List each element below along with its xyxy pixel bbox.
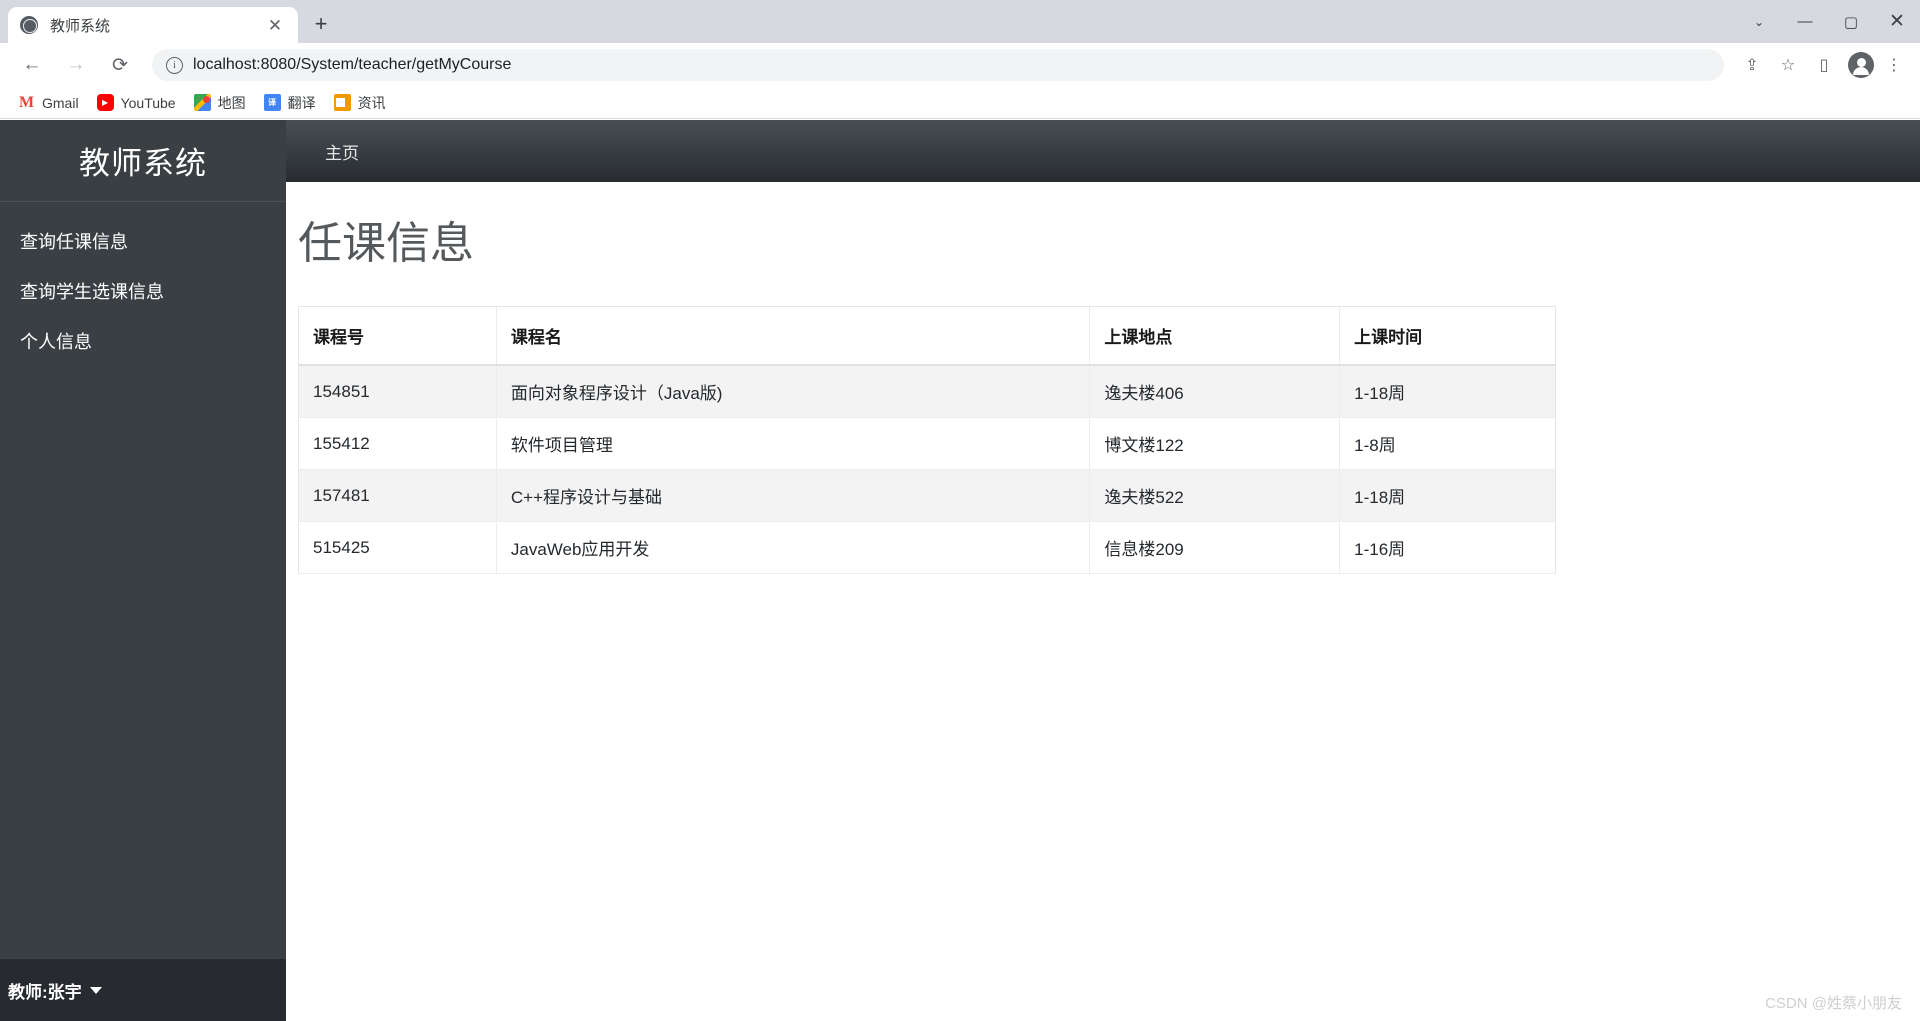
bookmark-youtube[interactable]: ▶ YouTube — [89, 91, 184, 114]
globe-icon — [20, 16, 38, 34]
browser-window: 教师系统 ✕ + ⌄ — ▢ ✕ ← → ⟳ i localhost:8080/… — [0, 0, 1920, 1021]
table-head: 课程号 课程名 上课地点 上课时间 — [298, 306, 1556, 367]
cell-course-id: 155412 — [298, 417, 497, 471]
table-row: 157481 C++程序设计与基础 逸夫楼522 1-18周 — [298, 469, 1556, 523]
sidebar-nav: 查询任课信息 查询学生选课信息 个人信息 — [0, 202, 286, 366]
cell-location: 逸夫楼406 — [1089, 365, 1340, 419]
table-row: 155412 软件项目管理 博文楼122 1-8周 — [298, 417, 1556, 471]
column-header-course-name: 课程名 — [495, 306, 1090, 367]
main-content: 主页 任课信息 课程号 课程名 上课地点 上课时间 154851 面向对象程序设… — [286, 120, 1920, 1021]
chrome-menu-icon[interactable]: ⋮ — [1878, 49, 1910, 81]
profile-avatar-icon[interactable] — [1848, 52, 1874, 78]
sidebar-item-my-courses[interactable]: 查询任课信息 — [0, 216, 286, 266]
url-text: localhost:8080/System/teacher/getMyCours… — [193, 56, 512, 73]
column-header-course-id: 课程号 — [298, 306, 497, 367]
gmail-icon: M — [18, 93, 35, 111]
back-icon[interactable]: ← — [15, 48, 49, 82]
side-panel-icon[interactable]: ▯ — [1808, 49, 1840, 81]
sidebar-footer[interactable]: 教师:张宇 — [0, 958, 286, 1021]
cell-course-name: JavaWeb应用开发 — [495, 521, 1090, 575]
table-row: 154851 面向对象程序设计（Java版) 逸夫楼406 1-18周 — [298, 365, 1556, 419]
cell-course-id: 154851 — [298, 365, 497, 419]
cell-time: 1-16周 — [1339, 521, 1556, 575]
share-icon[interactable]: ⇪ — [1736, 49, 1768, 81]
cell-course-name: C++程序设计与基础 — [495, 469, 1090, 523]
column-header-time: 上课时间 — [1339, 306, 1556, 367]
address-bar[interactable]: i localhost:8080/System/teacher/getMyCou… — [152, 49, 1724, 81]
web-page: 教师系统 查询任课信息 查询学生选课信息 个人信息 教师:张宇 主页 任课信息 — [0, 120, 1920, 1021]
tab-title: 教师系统 — [50, 17, 111, 35]
cell-course-name: 面向对象程序设计（Java版) — [495, 365, 1090, 419]
bookmark-translate[interactable]: 译 翻译 — [256, 90, 324, 116]
bookmark-label: 资讯 — [357, 94, 386, 111]
bookmark-label: 地图 — [217, 94, 246, 111]
maximize-button[interactable]: ▢ — [1828, 0, 1874, 43]
cell-time: 1-18周 — [1339, 365, 1556, 419]
content-body: 任课信息 课程号 课程名 上课地点 上课时间 154851 面向对象程序设计（J… — [286, 182, 1920, 575]
tab-strip: 教师系统 ✕ + ⌄ — ▢ ✕ — [0, 0, 1920, 43]
bookmark-news[interactable]: 资讯 — [326, 90, 394, 116]
table-row: 515425 JavaWeb应用开发 信息楼209 1-16周 — [298, 521, 1556, 575]
window-controls: ⌄ — ▢ ✕ — [1736, 0, 1920, 43]
bookmark-maps[interactable]: 地图 — [186, 90, 254, 116]
bookmark-gmail[interactable]: M Gmail — [10, 91, 87, 114]
sidebar-item-personal-info[interactable]: 个人信息 — [0, 316, 286, 366]
cell-course-id: 157481 — [298, 469, 497, 523]
cell-time: 1-8周 — [1339, 417, 1556, 471]
close-window-button[interactable]: ✕ — [1874, 0, 1920, 43]
watermark: CSDN @姓蔡小朋友 — [1765, 995, 1902, 1012]
close-tab-icon[interactable]: ✕ — [264, 14, 286, 36]
table-header-row: 课程号 课程名 上课地点 上课时间 — [298, 306, 1556, 367]
current-user-label: 教师:张宇 — [8, 978, 102, 1003]
course-table: 课程号 课程名 上课地点 上课时间 154851 面向对象程序设计（Java版)… — [298, 306, 1556, 575]
forward-icon[interactable]: → — [59, 48, 93, 82]
chevron-down-icon[interactable]: ⌄ — [1736, 0, 1782, 43]
new-tab-button[interactable]: + — [304, 7, 338, 41]
current-user-name: 教师:张宇 — [8, 982, 82, 1002]
sidebar-brand: 教师系统 — [0, 120, 286, 202]
sidebar-item-student-selections[interactable]: 查询学生选课信息 — [0, 266, 286, 316]
chevron-down-icon[interactable] — [89, 986, 102, 994]
google-news-icon — [333, 94, 351, 111]
bookmark-label: YouTube — [120, 94, 176, 111]
cell-location: 信息楼209 — [1089, 521, 1340, 575]
youtube-icon: ▶ — [96, 94, 114, 111]
navbar-home-link[interactable]: 主页 — [321, 131, 363, 172]
google-translate-icon: 译 — [263, 94, 281, 111]
bookmark-star-icon[interactable]: ☆ — [1772, 49, 1804, 81]
bookmark-label: Gmail — [42, 94, 79, 111]
cell-location: 博文楼122 — [1089, 417, 1340, 471]
cell-location: 逸夫楼522 — [1089, 469, 1340, 523]
site-info-icon[interactable]: i — [166, 56, 183, 74]
sidebar: 教师系统 查询任课信息 查询学生选课信息 个人信息 教师:张宇 — [0, 120, 286, 1021]
column-header-location: 上课地点 — [1089, 306, 1340, 367]
bookmarks-bar: M Gmail ▶ YouTube 地图 译 翻译 资讯 — [0, 87, 1920, 119]
bookmark-label: 翻译 — [287, 94, 316, 111]
cell-course-name: 软件项目管理 — [495, 417, 1090, 471]
cell-course-id: 515425 — [298, 521, 497, 575]
browser-toolbar: ← → ⟳ i localhost:8080/System/teacher/ge… — [0, 43, 1920, 87]
google-maps-icon — [193, 94, 211, 111]
reload-icon[interactable]: ⟳ — [103, 48, 137, 82]
browser-tab[interactable]: 教师系统 ✕ — [8, 7, 298, 43]
page-title: 任课信息 — [298, 219, 474, 268]
table-body: 154851 面向对象程序设计（Java版) 逸夫楼406 1-18周 1554… — [298, 365, 1556, 575]
minimize-button[interactable]: — — [1782, 0, 1828, 43]
top-navbar: 主页 — [286, 120, 1920, 182]
cell-time: 1-18周 — [1339, 469, 1556, 523]
